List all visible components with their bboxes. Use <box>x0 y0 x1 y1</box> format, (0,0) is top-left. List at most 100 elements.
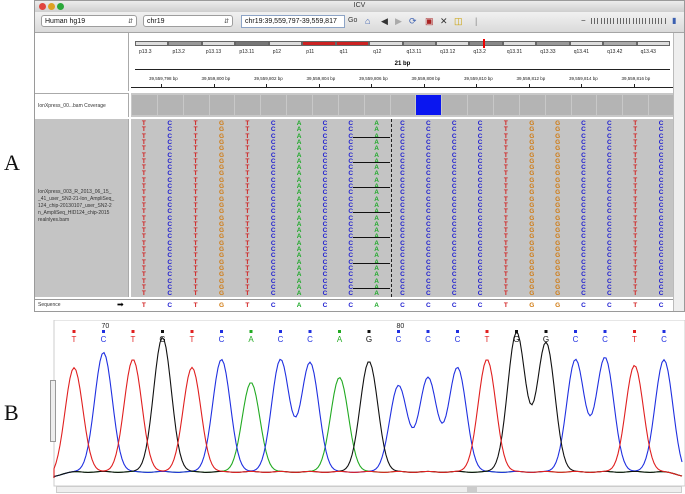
coverage-bar <box>416 95 442 115</box>
coverage-bar <box>364 95 390 115</box>
alignment-track-name: IonXpress_003_R_2013_06_15_ _41_user_SN2… <box>38 189 114 224</box>
ruler-tick <box>318 84 320 87</box>
base-call-label: C <box>602 335 608 344</box>
reference-base: C <box>606 302 612 309</box>
ruler-tick <box>633 84 635 87</box>
coverage-bar <box>442 95 468 115</box>
zoom-in-icon[interactable]: ▮ <box>672 15 676 27</box>
reference-base: C <box>167 302 173 309</box>
ruler-span-label: 21 bp <box>394 61 411 67</box>
reference-base: T <box>141 302 146 309</box>
go-button[interactable]: Go <box>348 15 357 27</box>
quality-marker <box>426 330 430 333</box>
read-row[interactable]: TCTGTCACCACCCCTGGCCTC <box>131 290 674 298</box>
base-call-label: G <box>366 335 372 344</box>
ruler-tick-label: 39,559,816 bp <box>621 76 651 81</box>
horizontal-scrollbar[interactable] <box>56 486 682 493</box>
zoom-tick <box>591 18 592 24</box>
sequence-track: Sequence ➡ T C T G T C A C C A C C C C T G G C C T C <box>35 299 684 311</box>
quality-marker <box>131 330 135 333</box>
deletion-line <box>353 187 390 188</box>
coverage-bar <box>313 95 338 115</box>
popup-text-icon[interactable]: ◫ <box>454 15 463 27</box>
deletion-line <box>353 136 390 138</box>
ruler-tick-label: 39,559,800 bp <box>201 76 231 81</box>
ruler-tick-label: 39,559,798 bp <box>149 76 178 81</box>
center-line <box>390 119 392 297</box>
ideogram-band <box>502 41 537 46</box>
home-icon[interactable]: ⌂ <box>365 15 370 27</box>
chromatogram-side-scrollbar[interactable] <box>50 380 56 442</box>
refresh-icon[interactable]: ⟳ <box>409 15 417 27</box>
read-base: C <box>581 290 586 298</box>
zoom-slider[interactable] <box>591 17 671 25</box>
alignment-track[interactable]: TCTGTCACCACCCCTGGCCTCTCTGTCACCACCCCTGGCC… <box>131 119 674 297</box>
alignment-name-line: _41_user_SN2-21-Ion_AmpliSeq_ <box>38 196 115 202</box>
chromosome-ideogram[interactable]: p13.3 p13.2 p13.13 p13.11 p12 p11 q11 q12 q13.11… <box>131 37 674 55</box>
zoom-tick <box>655 18 656 24</box>
deletion-line <box>353 287 390 289</box>
deletion-line <box>353 212 390 214</box>
reference-base: G <box>218 302 225 309</box>
genome-select[interactable]: Human hg19 ⇵ <box>41 15 137 27</box>
ruler-tick <box>581 84 582 87</box>
read-base: C <box>322 290 328 298</box>
read-base: C <box>606 290 612 298</box>
close-track-icon[interactable]: ✕ <box>440 15 448 27</box>
strand-arrow-icon[interactable]: ➡ <box>117 300 124 309</box>
zoom-out-icon[interactable]: − <box>581 15 586 27</box>
read-base: G <box>555 290 561 298</box>
ideogram-band-label: p13.3 <box>139 49 152 55</box>
ideogram-band <box>435 41 470 46</box>
reference-base: C <box>477 302 483 309</box>
coverage-bar <box>468 95 493 115</box>
region-icon[interactable]: ▣ <box>425 15 434 27</box>
quality-marker <box>338 330 341 333</box>
quality-marker <box>220 330 223 333</box>
coverage-track[interactable]: [0 - 1417] <box>131 93 674 117</box>
sanger-chromatogram: T C T G T C A C C A G C C C T G G C C T C 70 80 <box>50 320 685 494</box>
coverage-bar <box>649 95 674 115</box>
ideogram-band-label: q13.31 <box>506 49 523 55</box>
coverage-bar <box>338 95 364 115</box>
back-icon[interactable]: ◀ <box>381 15 388 27</box>
coverage-track-label: IonXpress_00...bam Coverage <box>35 93 129 117</box>
read-base: A <box>374 290 379 298</box>
vertical-scrollbar[interactable] <box>673 33 684 311</box>
scroll-thumb[interactable] <box>467 487 477 492</box>
reference-base: C <box>322 302 328 309</box>
ruler-tick-label: 39,559,812 bp <box>516 76 546 81</box>
ruler-tick <box>423 84 425 87</box>
coverage-bar <box>287 95 312 115</box>
locus-input[interactable]: chr19:39,559,797-39,559,817 <box>241 15 345 28</box>
zoom-tick <box>642 18 644 24</box>
chromatogram-pane <box>53 320 685 487</box>
read-base: C <box>270 290 276 298</box>
coverage-bar <box>157 95 183 115</box>
ideogram-band <box>235 41 269 46</box>
ruler-span-line <box>135 69 670 70</box>
read-base: G <box>218 290 225 298</box>
position-label: 80 <box>397 323 405 330</box>
alignment-track-label: IonXpress_003_R_2013_06_15_ _41_user_SN2… <box>35 119 129 297</box>
base-call-label: T <box>72 335 77 344</box>
zoom-tick <box>645 18 647 24</box>
read-base: C <box>167 290 173 298</box>
ideogram-band <box>302 41 336 46</box>
read-base: A <box>296 290 302 298</box>
forward-icon[interactable]: ▶ <box>395 15 402 27</box>
ideogram-band <box>569 41 604 46</box>
coverage-bar <box>623 95 649 115</box>
window-title: ICV <box>353 2 366 9</box>
base-call-label: T <box>632 335 637 344</box>
zoom-tick <box>619 18 621 24</box>
ideogram-band-label: q13.11 <box>406 49 422 55</box>
reference-base: C <box>581 302 586 309</box>
ideogram-band-label: q12 <box>373 49 382 55</box>
ideogram-band-label: q13.43 <box>640 49 656 55</box>
ideogram-band <box>603 41 637 46</box>
reference-base: C <box>658 302 664 309</box>
read-base: C <box>477 290 483 298</box>
reference-base: T <box>503 302 508 309</box>
chromosome-select[interactable]: chr19 ⇵ <box>143 15 233 27</box>
